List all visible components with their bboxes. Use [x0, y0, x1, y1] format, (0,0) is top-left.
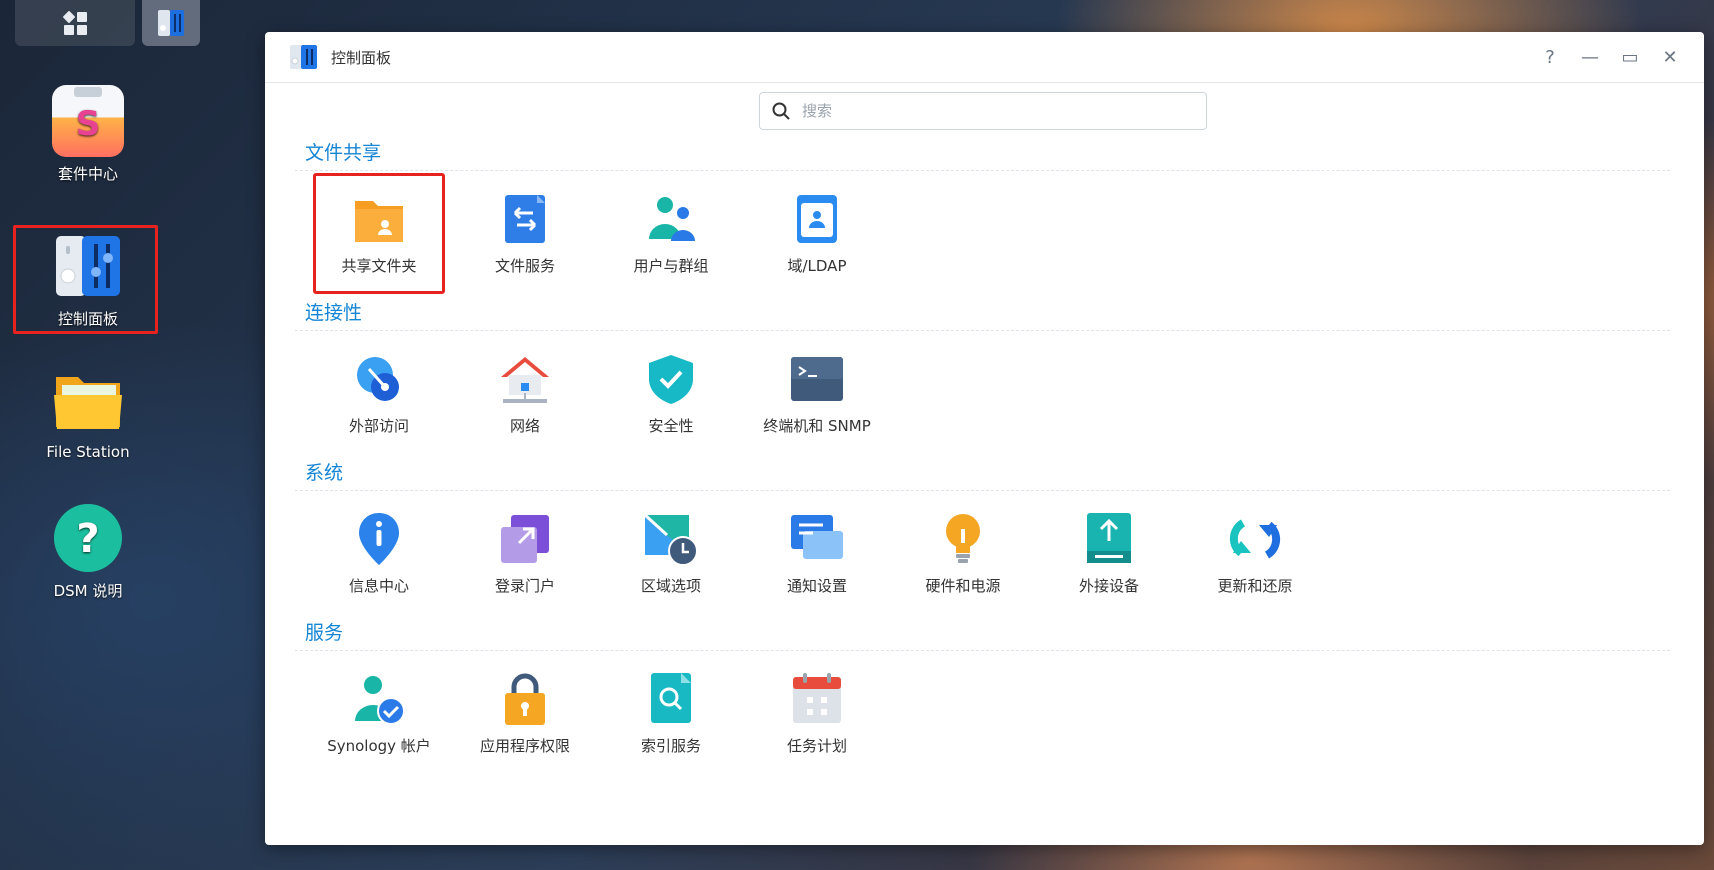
- section-title: 文件共享: [305, 142, 382, 164]
- item-info-center[interactable]: 信息中心: [309, 503, 449, 596]
- item-label: 共享文件夹: [341, 257, 417, 275]
- users-groups-icon: [643, 191, 699, 247]
- svg-text:S: S: [76, 104, 101, 144]
- item-indexing-service[interactable]: 索引服务: [601, 663, 741, 756]
- item-label: 更新和还原: [1217, 577, 1293, 595]
- shield-icon: [643, 351, 699, 407]
- help-button[interactable]: ?: [1530, 42, 1570, 72]
- control-panel-taskbar-icon: [158, 10, 184, 36]
- item-label: Synology 帐户: [327, 737, 431, 755]
- search-input[interactable]: [800, 101, 1184, 121]
- synology-account-icon: [351, 671, 407, 727]
- help-icon: ?: [1545, 46, 1555, 68]
- item-app-privileges[interactable]: 应用程序权限: [455, 663, 595, 756]
- login-portal-icon: [497, 511, 553, 567]
- desktop-package-center[interactable]: S 套件中心: [28, 85, 148, 184]
- file-services-icon: [497, 191, 553, 247]
- item-security[interactable]: 安全性: [601, 343, 741, 436]
- item-external-devices[interactable]: 外接设备: [1039, 503, 1179, 596]
- indexing-search-icon: [643, 671, 699, 727]
- item-label: 安全性: [648, 417, 694, 435]
- lightbulb-icon: [935, 511, 991, 567]
- shared-folder-icon: [351, 191, 407, 247]
- network-icon: [497, 351, 553, 407]
- control-panel-icon: [52, 230, 124, 302]
- close-button[interactable]: ✕: [1650, 42, 1690, 72]
- minimize-icon: —: [1581, 46, 1599, 68]
- help-icon: ?: [52, 502, 124, 574]
- control-panel-title-icon: [290, 45, 317, 69]
- lock-icon: [497, 671, 553, 727]
- section-title: 服务: [305, 622, 344, 644]
- item-external-access[interactable]: 外部访问: [309, 343, 449, 436]
- item-label: 索引服务: [640, 737, 701, 755]
- desktop-control-panel[interactable]: 控制面板: [28, 230, 148, 329]
- maximize-icon: ▭: [1621, 46, 1639, 68]
- notification-icon: [789, 511, 845, 567]
- info-pin-icon: [351, 511, 407, 567]
- control-panel-window: 控制面板 ? — ▭ ✕ 文件共享 共享文件夹: [265, 32, 1704, 845]
- item-synology-account[interactable]: Synology 帐户: [309, 663, 449, 756]
- item-label: 域/LDAP: [787, 257, 847, 275]
- item-label: 网络: [509, 417, 540, 435]
- close-icon: ✕: [1662, 46, 1678, 68]
- section-system: 系统 信息中心 登录门户 区域选项 通知设置 硬件和电源 外接设备 更新和还原: [295, 458, 1670, 631]
- item-terminal-snmp[interactable]: 终端机和 SNMP: [747, 343, 887, 436]
- folder-icon: [52, 365, 124, 437]
- domain-ldap-icon: [789, 191, 845, 247]
- desktop-file-station[interactable]: File Station: [28, 365, 148, 461]
- item-network[interactable]: 网络: [455, 343, 595, 436]
- item-task-scheduler[interactable]: 任务计划: [747, 663, 887, 756]
- item-label: 用户与群组: [633, 257, 709, 275]
- desktop-item-label: 控制面板: [57, 310, 118, 328]
- section-title: 系统: [305, 462, 344, 484]
- item-shared-folder[interactable]: 共享文件夹: [309, 183, 449, 276]
- item-label: 终端机和 SNMP: [763, 417, 871, 435]
- window-titlebar[interactable]: 控制面板 ? — ▭ ✕: [265, 32, 1704, 83]
- item-login-portal[interactable]: 登录门户: [455, 503, 595, 596]
- item-label: 硬件和电源: [925, 577, 1001, 595]
- desktop-item-label: DSM 说明: [53, 582, 123, 600]
- external-device-icon: [1081, 511, 1137, 567]
- item-label: 区域选项: [640, 577, 701, 595]
- item-notification[interactable]: 通知设置: [747, 503, 887, 596]
- terminal-icon: [789, 351, 845, 407]
- maximize-button[interactable]: ▭: [1610, 42, 1650, 72]
- package-center-icon: S: [52, 85, 124, 157]
- external-access-icon: [351, 351, 407, 407]
- item-domain-ldap[interactable]: 域/LDAP: [747, 183, 887, 276]
- main-menu-button[interactable]: [15, 0, 135, 46]
- item-label: 外接设备: [1078, 577, 1139, 595]
- item-users-groups[interactable]: 用户与群组: [601, 183, 741, 276]
- desktop-dsm-help[interactable]: ? DSM 说明: [28, 502, 148, 601]
- section-title: 连接性: [305, 302, 363, 324]
- item-label: 通知设置: [786, 577, 847, 595]
- item-hardware-power[interactable]: 硬件和电源: [893, 503, 1033, 596]
- calendar-icon: [789, 671, 845, 727]
- search-box[interactable]: [759, 92, 1207, 130]
- item-update-restore[interactable]: 更新和还原: [1185, 503, 1325, 596]
- regional-options-icon: [643, 511, 699, 567]
- desktop-item-label: File Station: [46, 443, 130, 461]
- search-icon: [772, 102, 790, 120]
- section-file-sharing: 文件共享 共享文件夹 文件服务 用户与群组 域/LDAP: [295, 138, 1670, 311]
- item-label: 文件服务: [494, 257, 555, 275]
- item-label: 登录门户: [494, 577, 555, 595]
- window-title: 控制面板: [331, 48, 392, 67]
- item-label: 任务计划: [786, 737, 847, 755]
- svg-text:?: ?: [76, 516, 99, 562]
- item-regional-options[interactable]: 区域选项: [601, 503, 741, 596]
- section-services: 服务 Synology 帐户 应用程序权限 索引服务 任务计划: [295, 618, 1670, 791]
- refresh-icon: [1227, 511, 1283, 567]
- taskbar-control-panel[interactable]: [142, 0, 200, 46]
- item-file-services[interactable]: 文件服务: [455, 183, 595, 276]
- desktop-item-label: 套件中心: [57, 165, 118, 183]
- item-label: 外部访问: [348, 417, 409, 435]
- section-connectivity: 连接性 外部访问 网络 安全性 终端机和 SNMP: [295, 298, 1670, 471]
- item-label: 应用程序权限: [479, 737, 570, 755]
- item-label: 信息中心: [348, 577, 409, 595]
- main-menu-grid-icon: [62, 10, 87, 35]
- minimize-button[interactable]: —: [1570, 42, 1610, 72]
